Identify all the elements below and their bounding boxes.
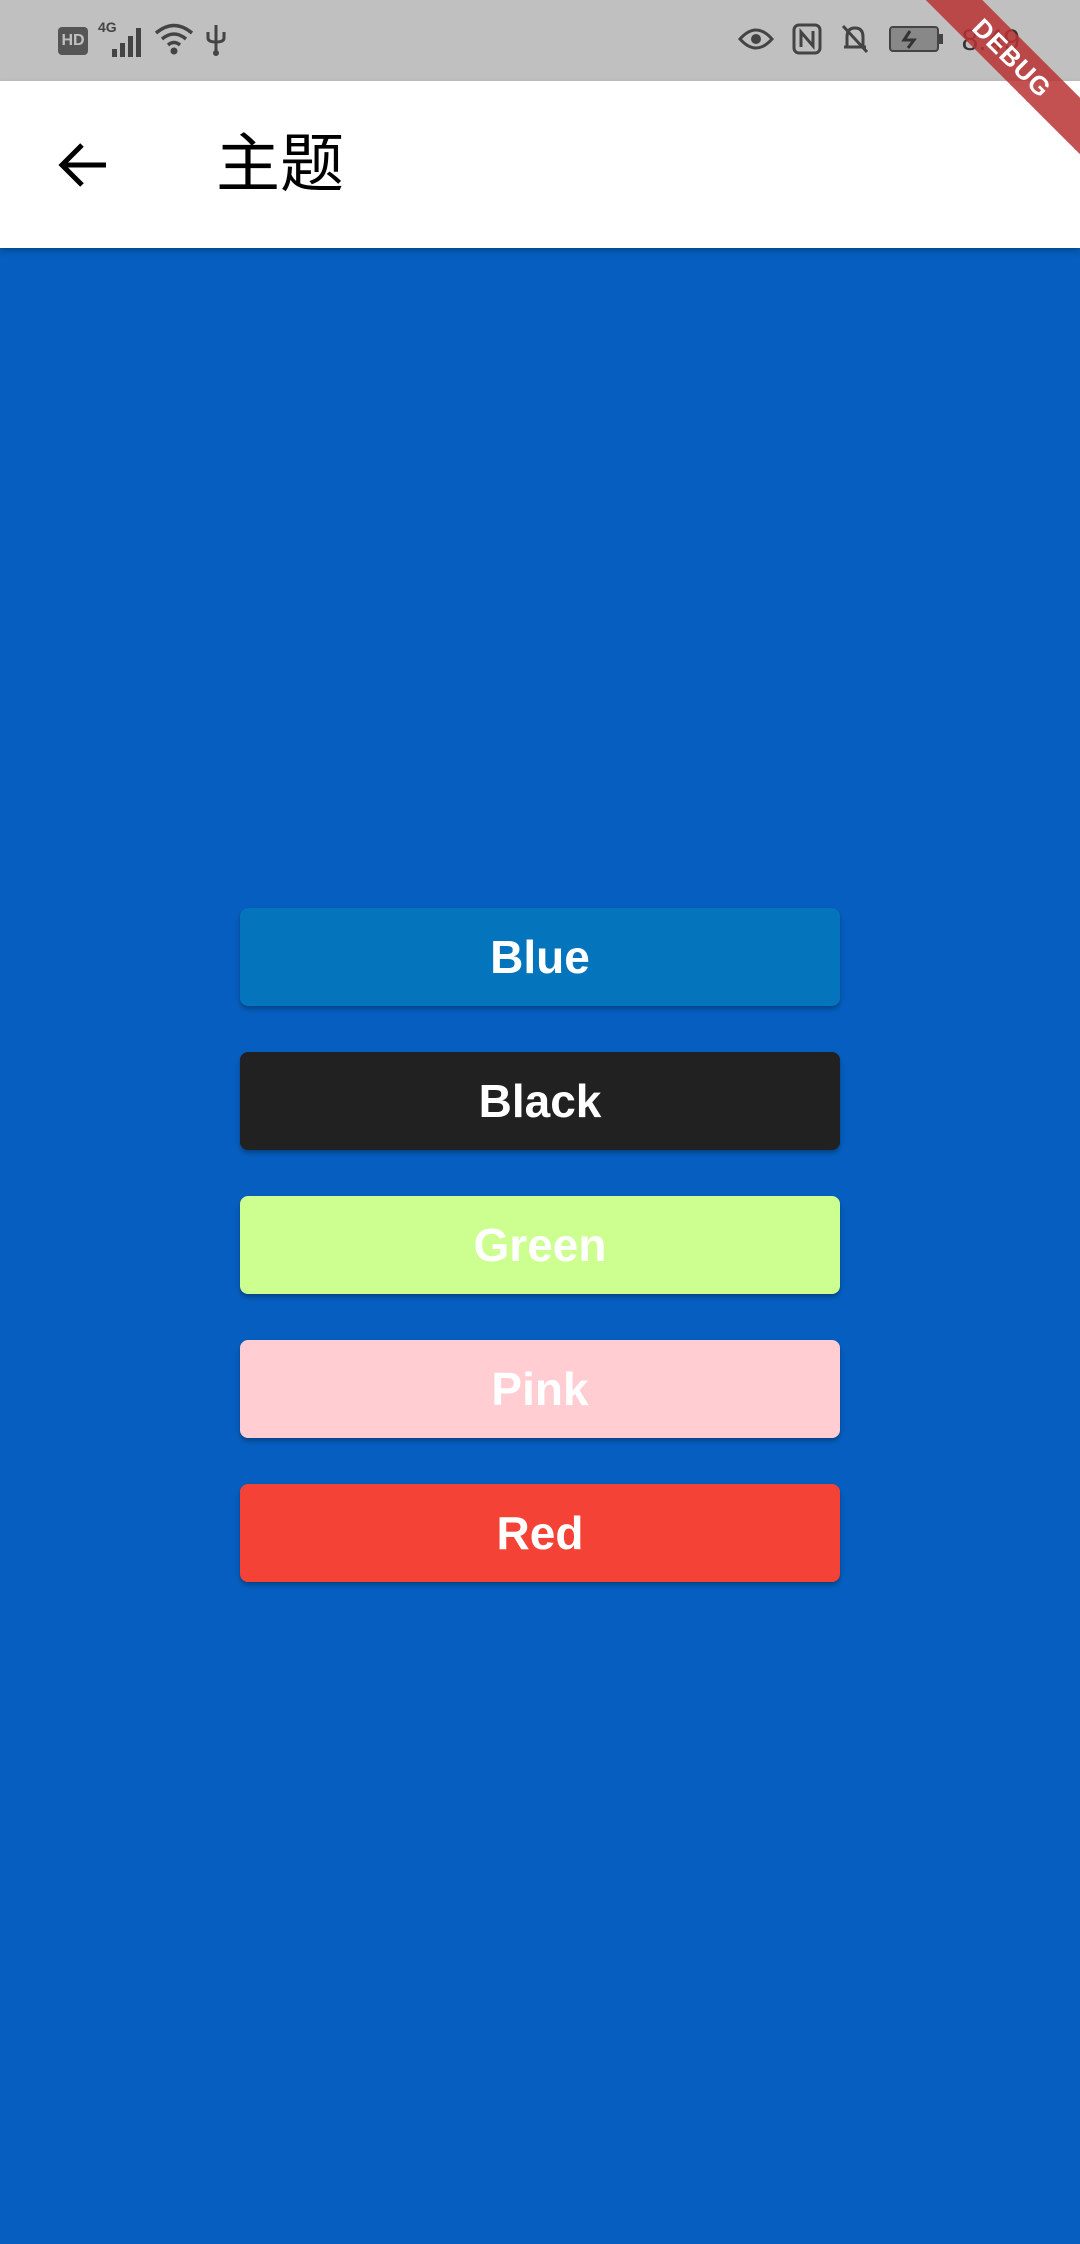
app-bar: 主题 — [0, 81, 1080, 248]
screen: HD 4G 8:49 主题 Blue Black Green Pink Red … — [0, 0, 1080, 2244]
theme-button-list: Blue Black Green Pink Red — [240, 908, 840, 1628]
theme-button-green[interactable]: Green — [240, 1196, 840, 1294]
nfc-icon — [792, 23, 822, 60]
status-bar: HD 4G 8:49 — [0, 0, 1080, 81]
theme-button-label: Black — [478, 1075, 602, 1127]
theme-button-label: Red — [496, 1507, 584, 1559]
clock: 8:49 — [961, 24, 1020, 57]
theme-button-label: Blue — [490, 931, 590, 983]
battery-charging-icon — [888, 25, 944, 58]
4g-signal-icon: 4G — [98, 19, 144, 59]
hd-icon: HD — [58, 27, 88, 55]
page-title: 主题 — [216, 128, 344, 202]
theme-button-label: Pink — [491, 1363, 589, 1415]
bell-off-icon — [840, 23, 870, 60]
theme-button-blue[interactable]: Blue — [240, 908, 840, 1006]
status-bar-left: HD 4G — [58, 19, 228, 62]
status-bar-right: 8:49 — [737, 20, 1020, 62]
theme-button-black[interactable]: Black — [240, 1052, 840, 1150]
network-type-label: 4G — [98, 19, 117, 35]
eye-icon — [737, 25, 774, 58]
theme-button-red[interactable]: Red — [240, 1484, 840, 1582]
usb-icon — [204, 22, 228, 61]
theme-button-pink[interactable]: Pink — [240, 1340, 840, 1438]
back-button[interactable] — [46, 127, 122, 203]
arrow-left-icon — [58, 143, 106, 187]
wifi-icon — [154, 22, 194, 61]
theme-button-label: Green — [473, 1219, 607, 1271]
